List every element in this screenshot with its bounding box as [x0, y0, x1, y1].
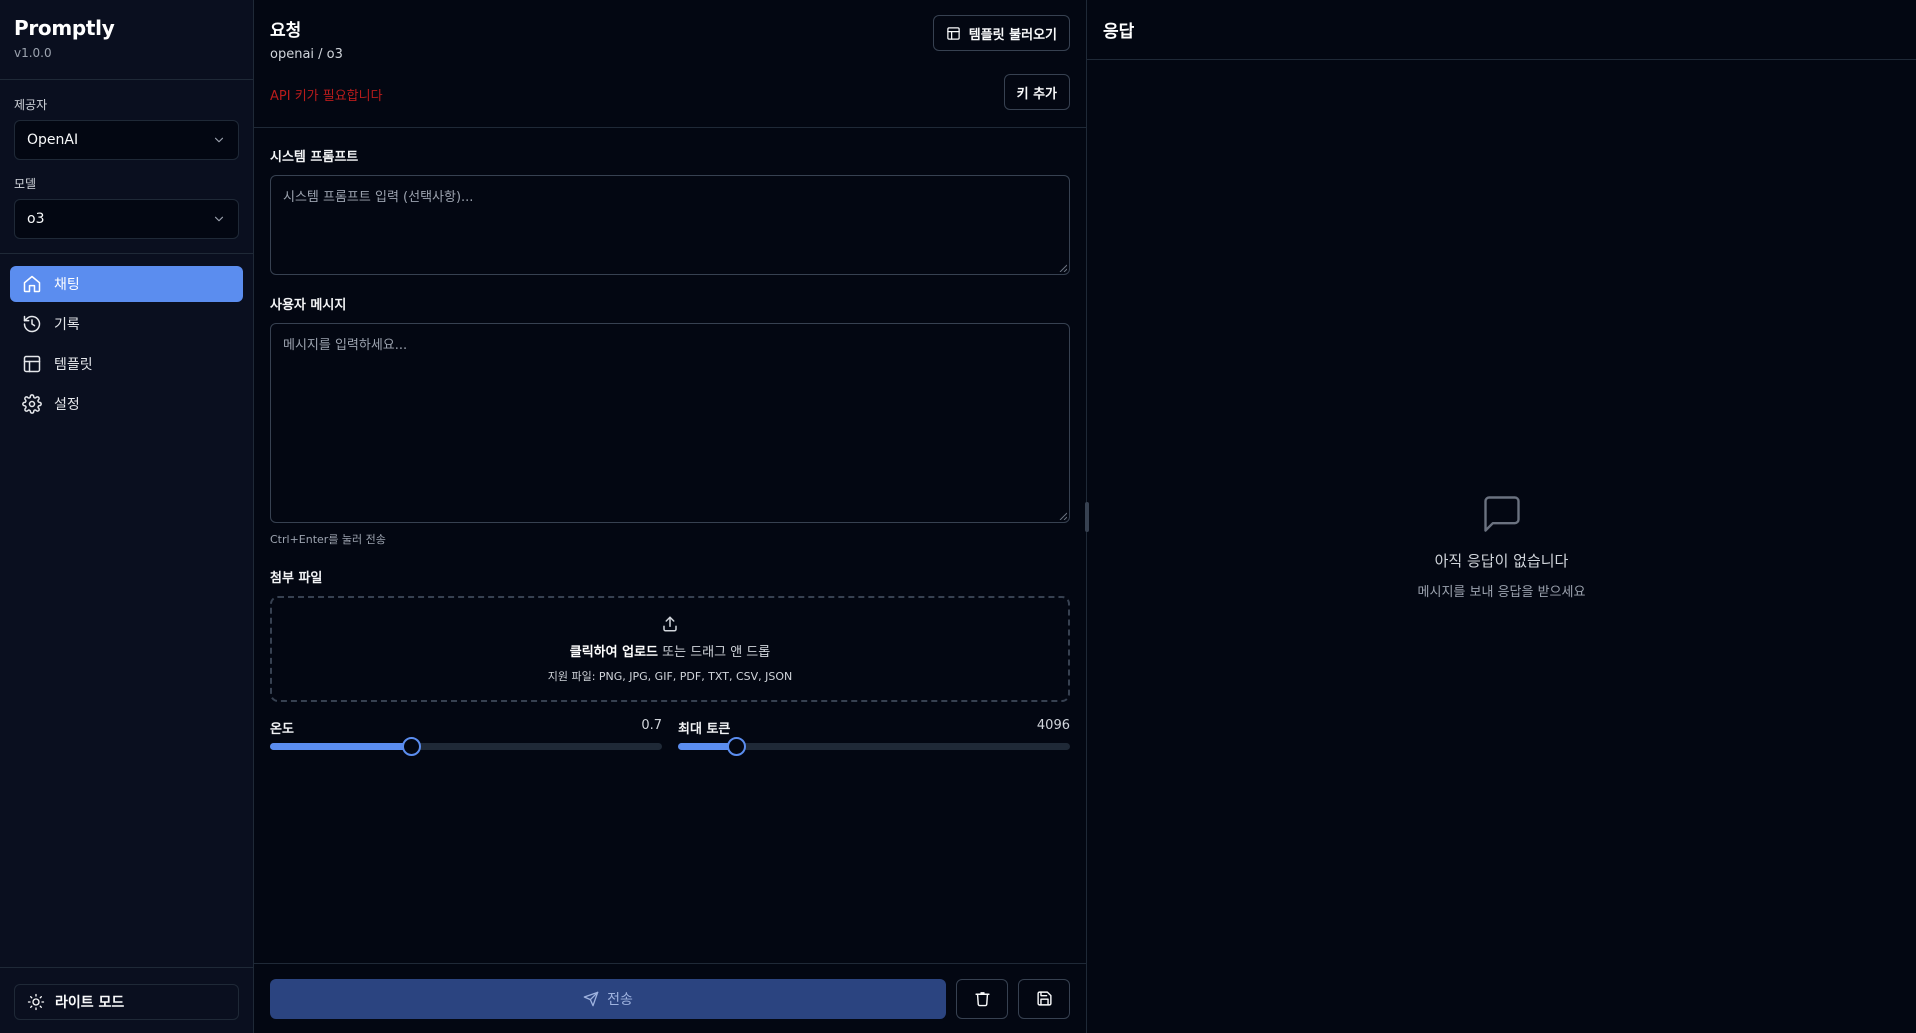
send-icon — [583, 991, 599, 1006]
app-title: Promptly — [14, 16, 115, 40]
model-value: o3 — [27, 211, 45, 227]
provider-value: OpenAI — [27, 132, 79, 148]
brand: Promptly v1.0.0 — [0, 0, 253, 80]
upload-bold-text: 클릭하여 업로드 — [569, 644, 659, 660]
sun-icon — [27, 993, 45, 1011]
theme-toggle-area: 라이트 모드 — [0, 967, 253, 1033]
home-icon — [23, 275, 41, 293]
upload-instruction: 클릭하여 업로드 또는 드래그 앤 드롭 — [570, 641, 770, 660]
resize-handle-icon[interactable] — [1059, 264, 1067, 272]
light-mode-label: 라이트 모드 — [55, 995, 125, 1011]
temperature-slider[interactable] — [270, 737, 662, 756]
attachments-label: 첨부 파일 — [270, 571, 323, 586]
load-template-label: 템플릿 불러오기 — [968, 27, 1057, 43]
load-template-button[interactable]: 템플릿 불러오기 — [932, 15, 1070, 51]
empty-state-subtitle: 메시지를 보내 응답을 받으세요 — [1417, 585, 1586, 600]
sidebar-item-chat[interactable]: 채팅 — [10, 266, 243, 302]
provider-select[interactable]: OpenAI — [14, 120, 239, 160]
clear-button[interactable] — [956, 978, 1008, 1019]
empty-state: 아직 응답이 없습니다 메시지를 보내 응답을 받으세요 — [1087, 492, 1916, 600]
send-label: 전송 — [607, 991, 633, 1008]
chevron-down-icon — [214, 216, 224, 222]
add-key-label: 키 추가 — [1016, 86, 1057, 102]
temperature-value: 0.7 — [641, 718, 662, 733]
sidebar-item-label: 설정 — [54, 397, 80, 413]
response-header: 응답 — [1087, 0, 1916, 60]
empty-state-title: 아직 응답이 없습니다 — [1434, 552, 1569, 570]
template-icon — [947, 26, 960, 40]
app-root: Promptly v1.0.0 제공자 OpenAI 모델 o3 채팅 기록 템… — [0, 0, 1916, 1033]
max-tokens-slider[interactable] — [678, 737, 1070, 756]
model-label: 모델 — [14, 177, 37, 191]
max-tokens-control: 최대 토큰 4096 — [678, 718, 1070, 756]
api-key-warning: API 키가 필요합니다 — [270, 89, 383, 104]
model-selectors: 제공자 OpenAI 모델 o3 — [0, 80, 253, 254]
history-icon — [23, 315, 41, 333]
user-message-label: 사용자 메시지 — [270, 298, 347, 313]
resize-handle-icon[interactable] — [1059, 512, 1067, 520]
system-prompt-label: 시스템 프롬프트 — [270, 150, 359, 165]
save-icon — [1036, 991, 1052, 1006]
app-version: v1.0.0 — [14, 46, 52, 60]
max-tokens-label: 최대 토큰 — [678, 722, 731, 737]
sidebar-item-label: 기록 — [54, 317, 80, 333]
user-message-input[interactable]: 메시지를 입력하세요... — [270, 323, 1070, 523]
max-tokens-slider-thumb[interactable] — [727, 737, 747, 756]
supported-files: 지원 파일: PNG, JPG, GIF, PDF, TXT, CSV, JSO… — [547, 669, 793, 683]
light-mode-button[interactable]: 라이트 모드 — [14, 984, 239, 1020]
request-body: 시스템 프롬프트 시스템 프롬프트 입력 (선택사항)... 사용자 메시지 메… — [254, 128, 1086, 756]
request-footer: 전송 — [254, 963, 1086, 1033]
parameter-sliders: 온도 0.7 최대 토큰 4096 — [270, 718, 1070, 756]
add-key-button[interactable]: 키 추가 — [1003, 74, 1070, 110]
chevron-down-icon — [214, 137, 224, 143]
max-tokens-value: 4096 — [1036, 718, 1070, 733]
template-icon — [23, 355, 41, 373]
model-select[interactable]: o3 — [14, 199, 239, 239]
sidebar-item-history[interactable]: 기록 — [10, 306, 243, 342]
system-prompt-input[interactable]: 시스템 프롬프트 입력 (선택사항)... — [270, 175, 1070, 275]
trash-icon — [974, 992, 990, 1007]
sidebar-item-label: 템플릿 — [54, 357, 93, 373]
save-button[interactable] — [1018, 978, 1070, 1019]
sidebar-nav: 채팅 기록 템플릿 설정 — [0, 254, 253, 438]
send-hint: Ctrl+Enter를 눌러 전송 — [270, 533, 386, 546]
sidebar-item-label: 채팅 — [54, 277, 80, 293]
user-message-placeholder: 메시지를 입력하세요... — [283, 338, 408, 353]
temperature-slider-thumb[interactable] — [402, 737, 422, 756]
sidebar-item-templates[interactable]: 템플릿 — [10, 346, 243, 382]
sidebar-item-settings[interactable]: 설정 — [10, 386, 243, 422]
upload-rest-text: 또는 드래그 앤 드롭 — [658, 644, 771, 660]
send-button[interactable]: 전송 — [270, 978, 946, 1019]
provider-label: 제공자 — [14, 98, 48, 112]
upload-icon — [663, 616, 677, 631]
request-panel: 요청 openai / o3 API 키가 필요합니다 템플릿 불러오기 키 추… — [254, 0, 1089, 1033]
message-square-icon — [1483, 496, 1520, 532]
file-dropzone[interactable]: 클릭하여 업로드 또는 드래그 앤 드롭 지원 파일: PNG, JPG, GI… — [270, 596, 1070, 702]
system-prompt-placeholder: 시스템 프롬프트 입력 (선택사항)... — [283, 190, 474, 205]
temperature-slider-fill — [270, 743, 412, 750]
sidebar: Promptly v1.0.0 제공자 OpenAI 모델 o3 채팅 기록 템… — [0, 0, 254, 1033]
response-title: 응답 — [1103, 22, 1135, 42]
gear-icon — [22, 394, 42, 414]
response-panel: 응답 아직 응답이 없습니다 메시지를 보내 응답을 받으세요 — [1087, 0, 1916, 1033]
temperature-label: 온도 — [270, 722, 294, 737]
request-header: 요청 openai / o3 API 키가 필요합니다 템플릿 불러오기 키 추… — [254, 0, 1086, 128]
temperature-control: 온도 0.7 — [270, 718, 662, 756]
